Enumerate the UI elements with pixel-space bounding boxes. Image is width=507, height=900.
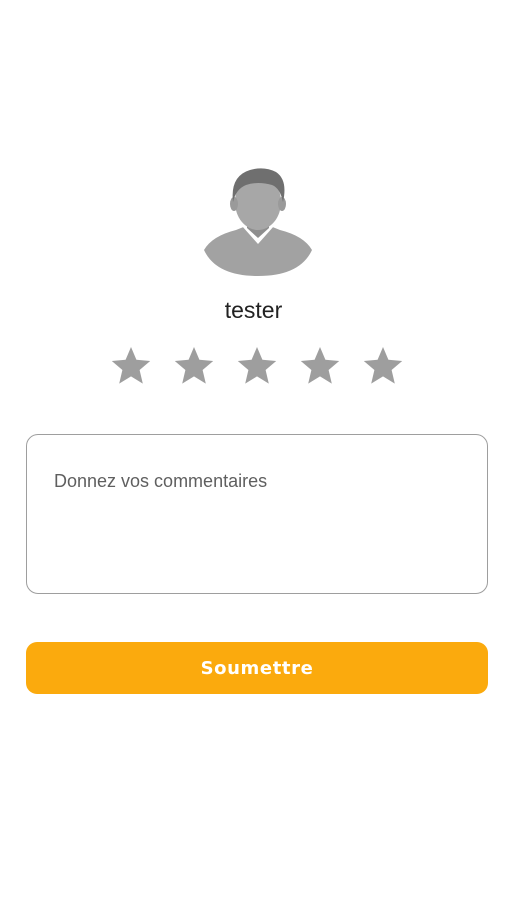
star-icon[interactable] [296, 342, 344, 390]
star-icon[interactable] [233, 342, 281, 390]
user-name: tester [224, 297, 283, 323]
star-icon[interactable] [107, 342, 155, 390]
submit-button[interactable]: Soumettre [26, 642, 488, 694]
user-avatar-icon [202, 166, 314, 278]
star-rating [107, 342, 407, 390]
comment-box [26, 434, 488, 594]
comment-input[interactable] [27, 435, 487, 593]
star-icon[interactable] [359, 342, 407, 390]
star-icon[interactable] [170, 342, 218, 390]
